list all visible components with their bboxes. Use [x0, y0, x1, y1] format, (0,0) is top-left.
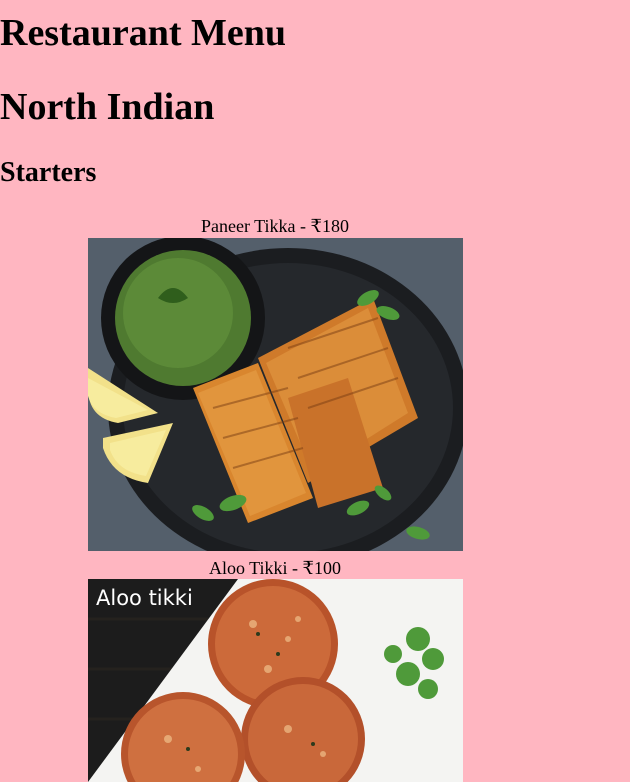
- cuisine-heading: North Indian: [0, 86, 215, 128]
- page-title: Restaurant Menu: [0, 12, 287, 54]
- section-heading: Starters: [0, 157, 97, 188]
- photo-caption: Aloo tikki: [96, 586, 193, 610]
- paneer-tikka-image: [88, 238, 463, 551]
- menu-item-label: Paneer Tikka - ₹180: [201, 216, 349, 236]
- menu-item-label: Aloo Tikki - ₹100: [209, 558, 341, 578]
- aloo-tikki-image: Aloo tikki: [88, 579, 463, 782]
- menu-page: Restaurant Menu North Indian Starters Pa…: [0, 0, 630, 782]
